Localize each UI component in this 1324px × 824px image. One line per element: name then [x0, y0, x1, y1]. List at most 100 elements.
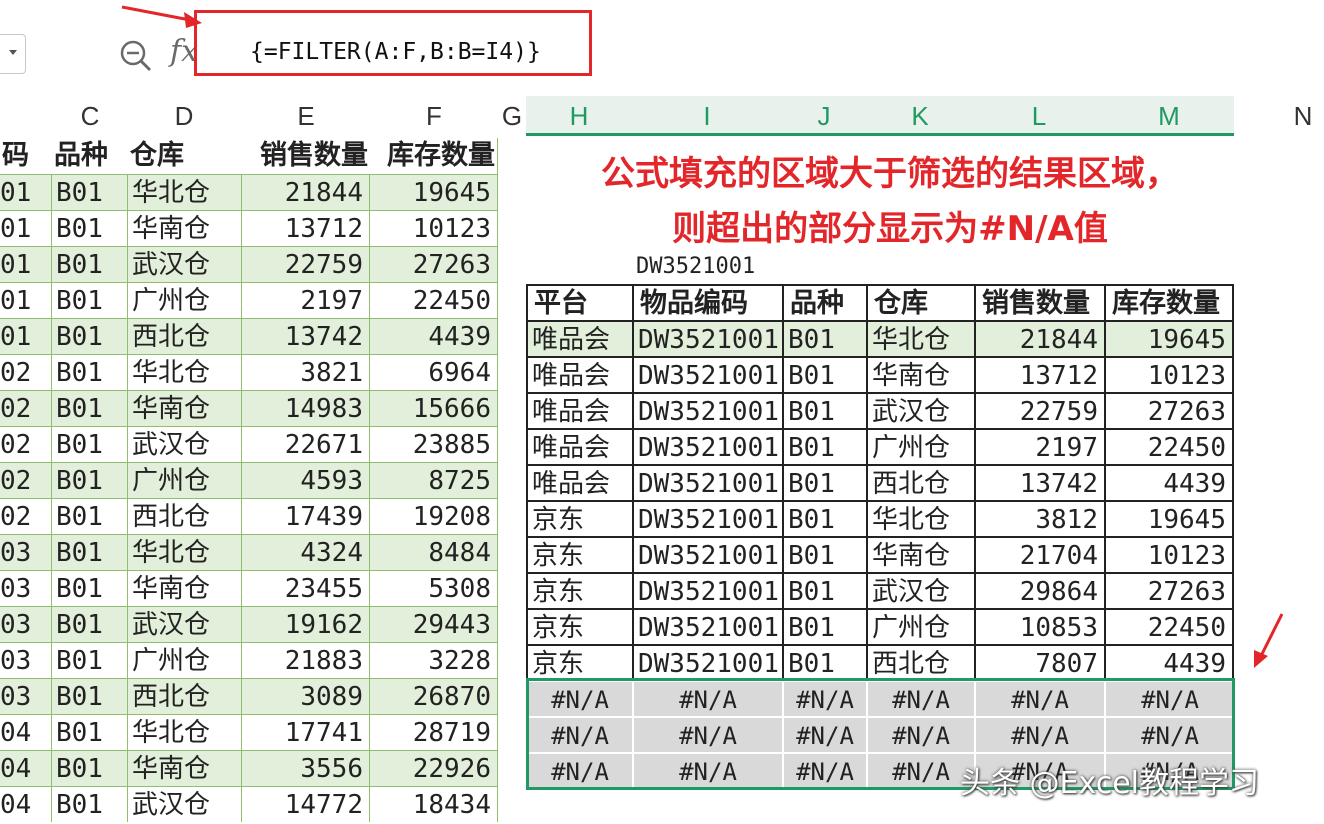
table-cell[interactable]: 华北仓 — [128, 534, 242, 570]
table-cell[interactable]: 02 — [0, 498, 52, 534]
table-cell[interactable]: 华南仓 — [128, 390, 242, 426]
result-cell[interactable]: 唯品会 — [526, 320, 632, 356]
table-cell[interactable]: 14772 — [242, 786, 370, 822]
table-cell[interactable]: 4439 — [370, 318, 498, 354]
table-cell[interactable]: B01 — [52, 462, 128, 498]
result-cell[interactable]: 19645 — [1104, 320, 1234, 356]
result-cell[interactable]: 武汉仓 — [866, 572, 974, 608]
column-header-m[interactable]: M — [1139, 96, 1199, 136]
result-cell[interactable]: 7807 — [974, 644, 1104, 680]
table-cell[interactable]: 3556 — [242, 750, 370, 786]
table-cell[interactable]: B01 — [52, 714, 128, 750]
result-cell[interactable]: 13742 — [974, 464, 1104, 500]
result-cell[interactable]: 京东 — [526, 608, 632, 644]
table-cell[interactable]: 29443 — [370, 606, 498, 642]
column-header-i[interactable]: I — [677, 96, 737, 136]
result-cell[interactable]: B01 — [782, 428, 866, 464]
result-cell[interactable]: DW3521001 — [632, 608, 782, 644]
table-cell[interactable]: 04 — [0, 750, 52, 786]
result-cell[interactable]: DW3521001 — [632, 356, 782, 392]
table-cell[interactable]: 武汉仓 — [128, 426, 242, 462]
table-cell[interactable]: 02 — [0, 354, 52, 390]
table-cell[interactable]: 01 — [0, 174, 52, 210]
table-cell[interactable]: 18434 — [370, 786, 498, 822]
table-cell[interactable]: 03 — [0, 678, 52, 714]
result-cell[interactable]: 京东 — [526, 644, 632, 680]
table-cell[interactable]: 华北仓 — [128, 714, 242, 750]
result-cell[interactable]: 29864 — [974, 572, 1104, 608]
result-cell[interactable]: 京东 — [526, 572, 632, 608]
table-cell[interactable]: B01 — [52, 678, 128, 714]
result-cell[interactable]: 27263 — [1104, 572, 1234, 608]
result-cell[interactable]: 京东 — [526, 500, 632, 536]
table-cell[interactable]: 03 — [0, 570, 52, 606]
result-cell[interactable]: 华南仓 — [866, 356, 974, 392]
table-cell[interactable]: 13742 — [242, 318, 370, 354]
result-cell[interactable]: B01 — [782, 500, 866, 536]
table-cell[interactable]: 武汉仓 — [128, 786, 242, 822]
table-cell[interactable]: B01 — [52, 210, 128, 246]
table-cell[interactable]: 10123 — [370, 210, 498, 246]
result-cell[interactable]: DW3521001 — [632, 320, 782, 356]
result-cell[interactable]: B01 — [782, 356, 866, 392]
result-cell[interactable]: 广州仓 — [866, 608, 974, 644]
table-cell[interactable]: B01 — [52, 606, 128, 642]
result-cell[interactable]: 唯品会 — [526, 428, 632, 464]
table-cell[interactable]: 武汉仓 — [128, 606, 242, 642]
table-cell[interactable]: 3089 — [242, 678, 370, 714]
result-cell[interactable]: DW3521001 — [632, 392, 782, 428]
result-cell[interactable]: 10853 — [974, 608, 1104, 644]
column-header-j[interactable]: J — [794, 96, 854, 136]
table-cell[interactable]: 华南仓 — [128, 210, 242, 246]
zoom-out-icon[interactable] — [116, 36, 156, 76]
table-cell[interactable]: 西北仓 — [128, 498, 242, 534]
result-cell[interactable]: 西北仓 — [866, 464, 974, 500]
table-cell[interactable]: 13712 — [242, 210, 370, 246]
table-cell[interactable]: B01 — [52, 282, 128, 318]
result-cell[interactable]: 唯品会 — [526, 392, 632, 428]
table-cell[interactable]: B01 — [52, 642, 128, 678]
table-cell[interactable]: B01 — [52, 354, 128, 390]
table-cell[interactable]: 3821 — [242, 354, 370, 390]
table-cell[interactable]: 02 — [0, 390, 52, 426]
column-header-e[interactable]: E — [276, 96, 336, 136]
table-cell[interactable]: 17741 — [242, 714, 370, 750]
table-cell[interactable]: 西北仓 — [128, 318, 242, 354]
table-cell[interactable]: B01 — [52, 390, 128, 426]
result-cell[interactable]: DW3521001 — [632, 428, 782, 464]
result-cell[interactable]: 22759 — [974, 392, 1104, 428]
column-header-h[interactable]: H — [549, 96, 609, 136]
table-cell[interactable]: 14983 — [242, 390, 370, 426]
table-cell[interactable]: 西北仓 — [128, 678, 242, 714]
table-cell[interactable]: 3228 — [370, 642, 498, 678]
result-cell[interactable]: 4439 — [1104, 644, 1234, 680]
result-cell[interactable]: 21704 — [974, 536, 1104, 572]
table-cell[interactable]: 02 — [0, 462, 52, 498]
table-cell[interactable]: 23885 — [370, 426, 498, 462]
result-cell[interactable]: 唯品会 — [526, 356, 632, 392]
table-cell[interactable]: B01 — [52, 570, 128, 606]
table-cell[interactable]: 19208 — [370, 498, 498, 534]
column-header-n[interactable]: N — [1273, 96, 1324, 136]
table-cell[interactable]: 23455 — [242, 570, 370, 606]
table-cell[interactable]: 8725 — [370, 462, 498, 498]
table-cell[interactable]: 华北仓 — [128, 354, 242, 390]
column-header-g[interactable]: G — [482, 96, 542, 136]
result-cell[interactable]: B01 — [782, 464, 866, 500]
table-cell[interactable]: 01 — [0, 246, 52, 282]
table-cell[interactable]: B01 — [52, 534, 128, 570]
column-header-l[interactable]: L — [1009, 96, 1069, 136]
result-cell[interactable]: DW3521001 — [632, 500, 782, 536]
table-cell[interactable]: 02 — [0, 426, 52, 462]
table-cell[interactable]: 21883 — [242, 642, 370, 678]
column-header-k[interactable]: K — [890, 96, 950, 136]
table-cell[interactable]: B01 — [52, 426, 128, 462]
result-cell[interactable]: 华北仓 — [866, 500, 974, 536]
table-cell[interactable]: 04 — [0, 786, 52, 822]
result-cell[interactable]: DW3521001 — [632, 644, 782, 680]
table-cell[interactable]: 27263 — [370, 246, 498, 282]
result-cell[interactable]: 西北仓 — [866, 644, 974, 680]
table-cell[interactable]: 15666 — [370, 390, 498, 426]
result-cell[interactable]: 22450 — [1104, 608, 1234, 644]
result-cell[interactable]: 4439 — [1104, 464, 1234, 500]
